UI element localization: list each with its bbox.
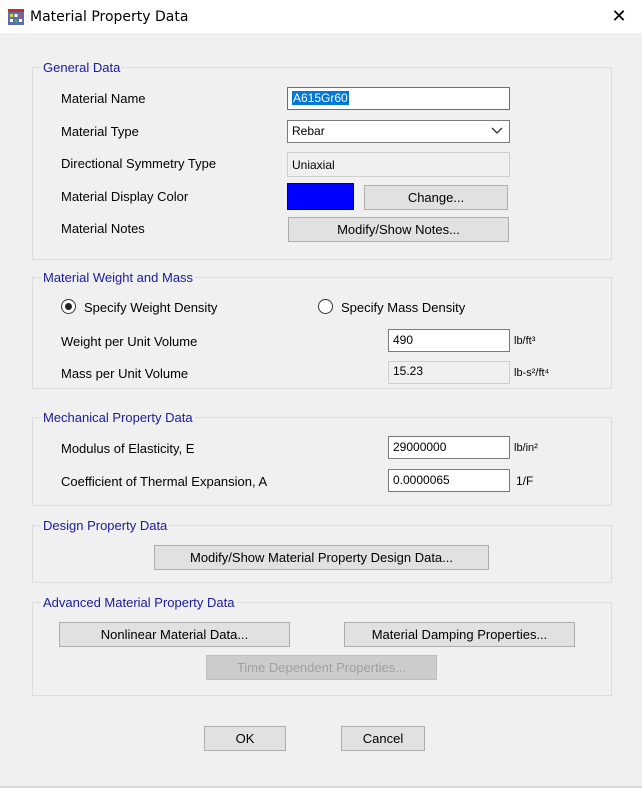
weight-mass-title: Material Weight and Mass bbox=[41, 270, 196, 285]
mass-per-volume-label: Mass per Unit Volume bbox=[61, 366, 189, 381]
weight-per-volume-input[interactable]: 490 bbox=[388, 329, 510, 352]
material-type-value: Rebar bbox=[292, 124, 325, 138]
modulus-value: 29000000 bbox=[393, 440, 447, 454]
general-data-title: General Data bbox=[41, 60, 123, 75]
material-type-select[interactable]: Rebar bbox=[287, 120, 510, 143]
mass-per-volume-field: 15.23 bbox=[388, 361, 510, 384]
weight-density-radio[interactable] bbox=[61, 299, 76, 314]
thermal-label: Coefficient of Thermal Expansion, A bbox=[61, 474, 268, 489]
chevron-down-icon bbox=[491, 127, 503, 134]
material-name-label: Material Name bbox=[61, 91, 146, 106]
thermal-input[interactable]: 0.0000065 bbox=[388, 469, 510, 492]
symmetry-field: Uniaxial bbox=[287, 152, 510, 177]
mass-density-label[interactable]: Specify Mass Density bbox=[341, 300, 465, 315]
mass-density-radio[interactable] bbox=[318, 299, 333, 314]
symmetry-value: Uniaxial bbox=[292, 158, 335, 172]
modulus-label: Modulus of Elasticity, E bbox=[61, 441, 195, 456]
weight-density-label[interactable]: Specify Weight Density bbox=[84, 300, 217, 315]
weight-per-volume-value: 490 bbox=[393, 333, 414, 347]
mass-unit: lb-s²/ft⁴ bbox=[514, 367, 550, 379]
material-name-input[interactable]: A615Gr60 bbox=[287, 87, 510, 110]
time-dependent-button: Time Dependent Properties... bbox=[206, 655, 437, 680]
weight-per-volume-label: Weight per Unit Volume bbox=[61, 334, 198, 349]
mechanical-title: Mechanical Property Data bbox=[41, 410, 195, 425]
window-title: Material Property Data bbox=[30, 9, 189, 25]
building-app-icon bbox=[8, 9, 24, 25]
modify-notes-button[interactable]: Modify/Show Notes... bbox=[288, 217, 509, 242]
material-type-label: Material Type bbox=[61, 124, 139, 139]
close-icon: ✕ bbox=[611, 6, 627, 27]
mass-per-volume-value: 15.23 bbox=[393, 364, 424, 378]
design-data-button[interactable]: Modify/Show Material Property Design Dat… bbox=[154, 545, 489, 570]
display-color-swatch[interactable] bbox=[287, 183, 354, 210]
mechanical-group: Mechanical Property Data bbox=[32, 410, 612, 506]
modulus-unit: lb/in² bbox=[514, 442, 538, 454]
weight-unit: lb/ft³ bbox=[514, 335, 536, 347]
display-color-label: Material Display Color bbox=[61, 189, 189, 204]
material-notes-label: Material Notes bbox=[61, 221, 145, 236]
thermal-unit: 1/F bbox=[516, 474, 534, 488]
thermal-value: 0.0000065 bbox=[393, 473, 450, 487]
ok-button[interactable]: OK bbox=[204, 726, 286, 751]
material-property-dialog: Material Property Data ✕ General Data Ma… bbox=[0, 0, 642, 788]
title-bar[interactable]: Material Property Data ✕ bbox=[0, 0, 642, 33]
modulus-input[interactable]: 29000000 bbox=[388, 436, 510, 459]
design-title: Design Property Data bbox=[41, 518, 170, 533]
advanced-group: Advanced Material Property Data bbox=[32, 595, 612, 696]
cancel-button[interactable]: Cancel bbox=[341, 726, 425, 751]
nonlinear-data-button[interactable]: Nonlinear Material Data... bbox=[59, 622, 290, 647]
close-button[interactable]: ✕ bbox=[596, 0, 642, 33]
advanced-title: Advanced Material Property Data bbox=[41, 595, 237, 610]
change-color-button[interactable]: Change... bbox=[364, 185, 508, 210]
material-name-value: A615Gr60 bbox=[292, 91, 349, 105]
symmetry-label: Directional Symmetry Type bbox=[61, 156, 217, 171]
damping-properties-button[interactable]: Material Damping Properties... bbox=[344, 622, 575, 647]
